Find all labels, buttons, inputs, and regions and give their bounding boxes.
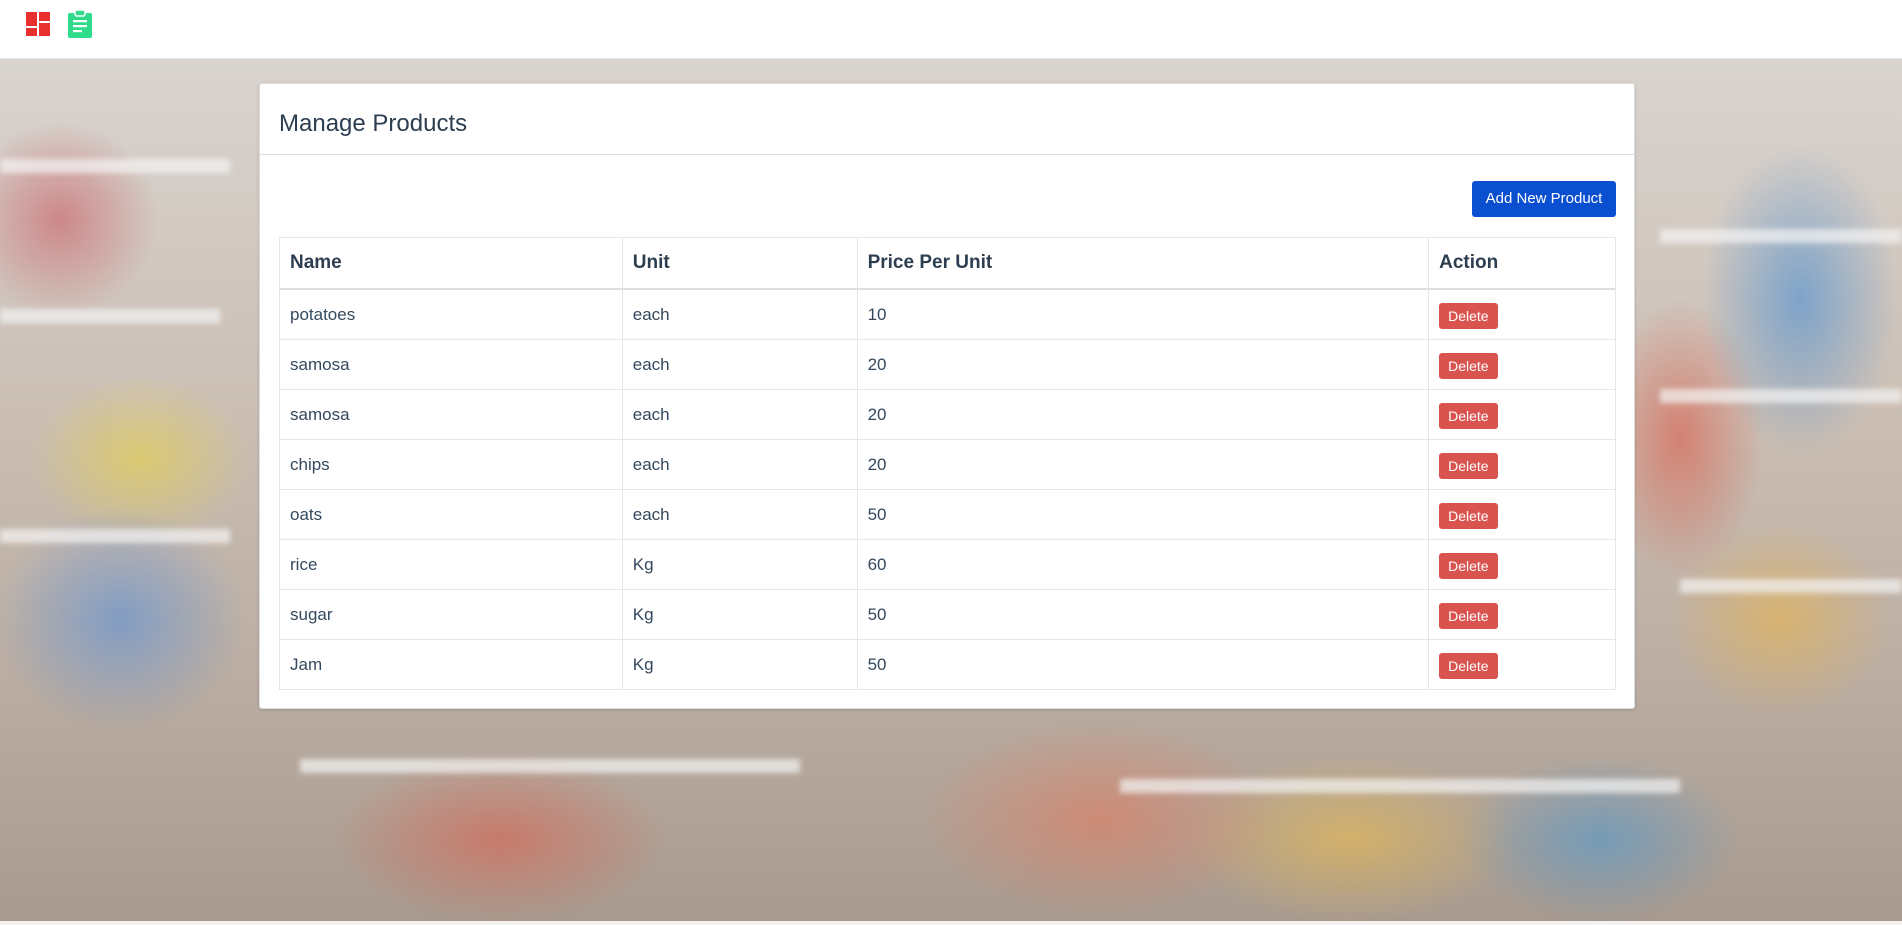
column-header-action: Action [1428, 237, 1616, 290]
product-name: samosa [279, 339, 623, 390]
action-cell: Delete [1428, 439, 1616, 490]
product-name: sugar [279, 589, 623, 640]
delete-button[interactable]: Delete [1439, 303, 1498, 329]
column-header-name: Name [279, 237, 623, 290]
delete-button[interactable]: Delete [1439, 603, 1498, 629]
products-table: Name Unit Price Per Unit Action potatoes… [279, 237, 1616, 690]
table-header-row: Name Unit Price Per Unit Action [279, 237, 1616, 290]
product-unit: Kg [621, 589, 858, 640]
delete-button[interactable]: Delete [1439, 453, 1498, 479]
product-unit: each [621, 439, 858, 490]
page-title: Manage Products [279, 110, 468, 137]
table-row: samosa each 20 Delete [279, 389, 1616, 440]
clipboard-icon[interactable] [68, 10, 92, 38]
product-price: 60 [856, 539, 1430, 590]
table-row: samosa each 20 Delete [279, 339, 1616, 390]
product-price: 10 [856, 288, 1430, 340]
table-row: sugar Kg 50 Delete [279, 589, 1616, 640]
product-name: Jam [279, 639, 623, 690]
column-header-unit: Unit [621, 237, 858, 290]
product-price: 20 [856, 339, 1430, 390]
product-unit: each [621, 389, 858, 440]
delete-button[interactable]: Delete [1439, 653, 1498, 679]
product-name: samosa [279, 389, 623, 440]
footer-strip [0, 921, 1902, 925]
action-cell: Delete [1428, 589, 1616, 640]
product-name: chips [279, 439, 623, 490]
column-header-price: Price Per Unit [856, 237, 1430, 290]
table-row: potatoes each 10 Delete [279, 288, 1616, 340]
product-price: 50 [856, 489, 1430, 540]
product-unit: Kg [621, 639, 858, 690]
product-price: 20 [856, 439, 1430, 490]
action-cell: Delete [1428, 489, 1616, 540]
product-name: oats [279, 489, 623, 540]
action-cell: Delete [1428, 389, 1616, 440]
dashboard-icon[interactable] [26, 12, 50, 36]
product-unit: each [621, 489, 858, 540]
manage-products-card: Manage Products Add New Product Name Uni… [259, 83, 1635, 709]
delete-button[interactable]: Delete [1439, 503, 1498, 529]
action-cell: Delete [1428, 339, 1616, 390]
product-unit: each [621, 339, 858, 390]
product-price: 50 [856, 639, 1430, 690]
product-unit: Kg [621, 539, 858, 590]
action-cell: Delete [1428, 639, 1616, 690]
delete-button[interactable]: Delete [1439, 403, 1498, 429]
product-name: potatoes [279, 288, 623, 340]
card-header: Manage Products [260, 84, 1634, 155]
action-cell: Delete [1428, 288, 1616, 340]
action-cell: Delete [1428, 539, 1616, 590]
table-row: rice Kg 60 Delete [279, 539, 1616, 590]
top-navbar [0, 0, 1902, 59]
product-unit: each [621, 288, 858, 340]
product-price: 20 [856, 389, 1430, 440]
delete-button[interactable]: Delete [1439, 353, 1498, 379]
add-new-product-button[interactable]: Add New Product [1472, 181, 1616, 217]
table-row: chips each 20 Delete [279, 439, 1616, 490]
delete-button[interactable]: Delete [1439, 553, 1498, 579]
table-row: oats each 50 Delete [279, 489, 1616, 540]
table-row: Jam Kg 50 Delete [279, 639, 1616, 690]
product-name: rice [279, 539, 623, 590]
product-price: 50 [856, 589, 1430, 640]
